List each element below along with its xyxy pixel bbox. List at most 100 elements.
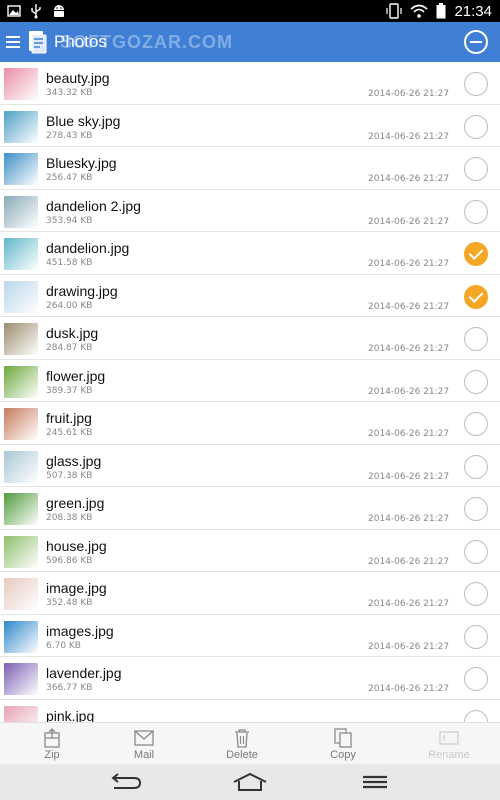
menu-icon[interactable] bbox=[6, 36, 20, 48]
file-row[interactable]: Blue sky.jpg 278.43 KB 2014-06-26 21:27 bbox=[0, 105, 500, 147]
file-size: 343.32 KB bbox=[46, 88, 93, 98]
select-checkbox[interactable] bbox=[464, 242, 488, 266]
select-checkbox[interactable] bbox=[464, 667, 488, 691]
file-size: 353.94 KB bbox=[46, 215, 93, 226]
file-thumbnail bbox=[4, 493, 38, 525]
app-bar: Photos SOFTGOZAR.COM bbox=[0, 22, 500, 62]
file-row[interactable]: dusk.jpg 284.87 KB 2014-06-26 21:27 bbox=[0, 317, 500, 360]
copy-button[interactable]: Copy bbox=[308, 723, 378, 765]
select-checkbox[interactable] bbox=[464, 327, 488, 351]
file-size: 352.48 KB bbox=[46, 598, 93, 608]
file-row[interactable]: dandelion 2.jpg 353.94 KB 2014-06-26 21:27 bbox=[0, 190, 500, 232]
file-thumbnail bbox=[4, 578, 38, 610]
file-size: 256.47 KB bbox=[46, 173, 93, 183]
zip-icon bbox=[44, 728, 60, 748]
file-name: flower.jpg bbox=[46, 367, 106, 384]
select-checkbox[interactable] bbox=[464, 624, 488, 649]
delete-label: Delete bbox=[226, 749, 258, 761]
select-checkbox[interactable] bbox=[464, 284, 488, 309]
deselect-all-icon[interactable] bbox=[464, 30, 488, 54]
mail-icon bbox=[134, 730, 154, 746]
file-row[interactable]: lavender.jpg 366.77 KB 2014-06-26 21:27 bbox=[0, 657, 500, 700]
home-icon[interactable] bbox=[225, 770, 275, 794]
phone-rotate-icon bbox=[386, 3, 403, 19]
file-date: 2014-06-26 21:27 bbox=[368, 89, 450, 99]
file-name: green.jpg bbox=[46, 495, 105, 511]
file-date: 2014-06-26 21:27 bbox=[368, 556, 450, 567]
android-icon bbox=[54, 5, 64, 17]
file-thumbnail bbox=[4, 365, 38, 398]
file-date: 2014-06-26 21:27 bbox=[368, 216, 450, 227]
file-row[interactable]: Bluesky.jpg 256.47 KB 2014-06-26 21:27 bbox=[0, 147, 500, 190]
file-row[interactable]: glass.jpg 507.38 KB 2014-06-26 21:27 bbox=[0, 445, 500, 487]
file-thumbnail bbox=[4, 620, 38, 653]
select-checkbox[interactable] bbox=[464, 369, 488, 394]
file-size: 389.37 KB bbox=[46, 385, 93, 396]
copy-icon bbox=[334, 728, 352, 748]
file-row[interactable]: images.jpg 6.70 KB 2014-06-26 21:27 bbox=[0, 615, 500, 657]
system-nav-bar bbox=[0, 764, 500, 800]
select-checkbox[interactable] bbox=[464, 114, 488, 139]
file-thumbnail bbox=[4, 450, 38, 483]
file-row[interactable]: beauty.jpg 343.32 KB 2014-06-26 21:27 bbox=[0, 62, 500, 105]
mail-button[interactable]: Mail bbox=[109, 723, 179, 765]
select-checkbox[interactable] bbox=[464, 497, 488, 521]
file-size: 284.87 KB bbox=[46, 343, 93, 353]
file-size: 451.58 KB bbox=[46, 258, 93, 268]
file-name: dandelion.jpg bbox=[46, 240, 130, 256]
file-date: 2014-06-26 21:27 bbox=[368, 641, 450, 652]
file-date: 2014-06-26 21:27 bbox=[368, 471, 450, 482]
file-size: 366.77 KB bbox=[46, 683, 93, 693]
file-name: Bluesky.jpg bbox=[46, 155, 117, 171]
select-checkbox[interactable] bbox=[464, 157, 488, 181]
status-bar: 21:34 bbox=[0, 0, 500, 22]
file-name: Blue sky.jpg bbox=[46, 112, 121, 129]
file-date: 2014-06-26 21:27 bbox=[368, 429, 450, 439]
image-icon bbox=[7, 5, 21, 17]
file-row[interactable]: drawing.jpg 264.00 KB 2014-06-26 21:27 bbox=[0, 275, 500, 317]
file-date: 2014-06-26 21:27 bbox=[368, 599, 450, 609]
file-list: beauty.jpg 343.32 KB 2014-06-26 21:27 Blue … bbox=[0, 62, 500, 722]
file-row[interactable]: fruit.jpg 245.61 KB 2014-06-26 21:27 bbox=[0, 402, 500, 445]
file-row[interactable]: house.jpg 596.86 KB 2014-06-26 21:27 bbox=[0, 530, 500, 572]
file-row[interactable]: pink.jpg bbox=[0, 700, 500, 722]
app-screen: 21:34 Photos SOFTGOZAR.COM beauty.jpg 343… bbox=[0, 0, 500, 800]
file-row[interactable]: flower.jpg 389.37 KB 2014-06-26 21:27 bbox=[0, 360, 500, 402]
status-time: 21:34 bbox=[454, 2, 492, 20]
file-thumbnail bbox=[4, 68, 38, 100]
file-size: 507.38 KB bbox=[46, 470, 93, 481]
zip-button[interactable]: Zip bbox=[17, 723, 87, 765]
file-thumbnail bbox=[4, 323, 38, 355]
select-checkbox[interactable] bbox=[464, 539, 488, 564]
file-name: dandelion 2.jpg bbox=[46, 197, 141, 214]
file-thumbnail bbox=[4, 153, 38, 185]
select-checkbox[interactable] bbox=[464, 582, 488, 606]
file-thumbnail bbox=[4, 238, 38, 270]
file-row[interactable]: image.jpg 352.48 KB 2014-06-26 21:27 bbox=[0, 572, 500, 615]
delete-button[interactable]: Delete bbox=[207, 723, 277, 765]
back-icon[interactable] bbox=[100, 770, 150, 794]
file-date: 2014-06-26 21:27 bbox=[368, 344, 450, 354]
file-name: glass.jpg bbox=[46, 452, 102, 469]
copy-label: Copy bbox=[330, 749, 356, 761]
select-checkbox[interactable] bbox=[464, 454, 488, 479]
file-date: 2014-06-26 21:27 bbox=[368, 514, 450, 524]
menu-lines-icon[interactable] bbox=[350, 770, 400, 794]
file-name: house.jpg bbox=[46, 537, 107, 554]
file-row[interactable]: dandelion.jpg 451.58 KB 2014-06-26 21:27 bbox=[0, 232, 500, 275]
zip-label: Zip bbox=[44, 749, 60, 761]
file-row[interactable]: green.jpg 208.38 KB 2014-06-26 21:27 bbox=[0, 487, 500, 530]
usb-icon bbox=[31, 4, 41, 19]
file-thumbnail bbox=[4, 663, 38, 695]
file-size: 278.43 KB bbox=[46, 130, 93, 141]
file-date: 2014-06-26 21:27 bbox=[368, 174, 450, 184]
file-size: 245.61 KB bbox=[46, 428, 93, 438]
select-checkbox[interactable] bbox=[464, 199, 488, 224]
file-name: image.jpg bbox=[46, 580, 107, 596]
select-checkbox[interactable] bbox=[464, 72, 488, 96]
select-checkbox[interactable] bbox=[464, 709, 488, 722]
file-thumbnail bbox=[4, 408, 38, 440]
rename-button[interactable]: Rename bbox=[414, 723, 484, 765]
select-checkbox[interactable] bbox=[464, 412, 488, 436]
file-thumbnail bbox=[4, 535, 38, 568]
